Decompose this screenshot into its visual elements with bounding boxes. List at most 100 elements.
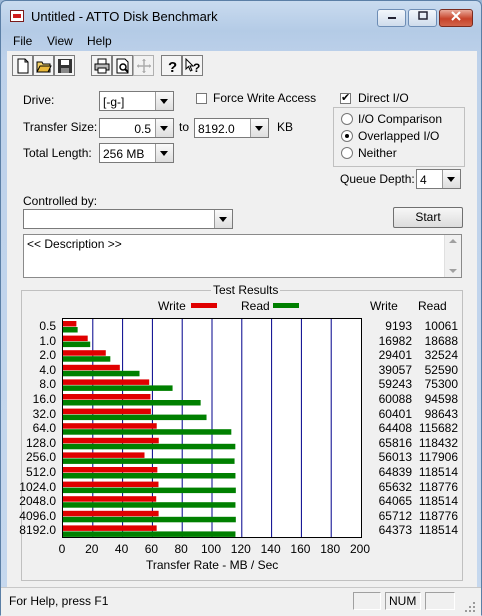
direct-io-checkbox[interactable] bbox=[340, 91, 351, 104]
status-panel-1 bbox=[353, 592, 381, 610]
description-textarea[interactable]: << Description >> bbox=[23, 234, 462, 278]
force-write-checkbox[interactable] bbox=[196, 93, 207, 104]
save-button[interactable] bbox=[54, 55, 75, 76]
description-text: << Description >> bbox=[27, 237, 122, 251]
context-help-button[interactable]: ? bbox=[182, 55, 203, 76]
new-document-icon bbox=[17, 58, 29, 74]
read-bar bbox=[63, 385, 173, 391]
category-label: 4096.0 bbox=[19, 508, 56, 523]
write-value: 39057 bbox=[378, 362, 412, 377]
write-value: 9193 bbox=[385, 319, 412, 333]
category-label: 256.0 bbox=[25, 450, 56, 465]
close-button[interactable] bbox=[439, 9, 473, 27]
read-bar bbox=[63, 327, 78, 333]
neither-radio[interactable] bbox=[341, 147, 353, 159]
chevron-down-icon[interactable] bbox=[155, 119, 173, 137]
write-bar bbox=[63, 496, 157, 502]
x-tick-label: 200 bbox=[350, 542, 371, 556]
category-label: 1.0 bbox=[39, 333, 56, 348]
write-bar bbox=[63, 408, 151, 415]
toolbar: ? ? bbox=[7, 51, 477, 80]
io-comparison-radio[interactable] bbox=[341, 113, 353, 125]
write-bar bbox=[63, 364, 120, 371]
category-label: 16.0 bbox=[32, 392, 56, 406]
chevron-down-icon[interactable] bbox=[155, 92, 173, 110]
transfer-from-select[interactable]: 0.5 bbox=[99, 118, 174, 138]
io-comparison-label: I/O Comparison bbox=[358, 112, 443, 126]
write-value: 64373 bbox=[378, 523, 412, 538]
chevron-down-icon[interactable] bbox=[250, 119, 268, 137]
resize-grip-icon[interactable] bbox=[463, 600, 477, 614]
open-button[interactable] bbox=[33, 55, 54, 76]
category-label: 2048.0 bbox=[19, 494, 56, 509]
print-preview-button[interactable] bbox=[112, 55, 133, 76]
menu-view[interactable]: View bbox=[47, 34, 73, 48]
transfer-rate-chart bbox=[62, 318, 362, 538]
overlapped-io-label: Overlapped I/O bbox=[358, 129, 440, 143]
drive-select[interactable]: [-g-] bbox=[99, 91, 174, 111]
queue-depth-value: 4 bbox=[420, 173, 427, 187]
read-value: 18688 bbox=[424, 333, 458, 348]
app-window: Untitled - ATTO Disk Benchmark File View… bbox=[0, 0, 482, 616]
category-label: 2.0 bbox=[39, 348, 56, 363]
transfer-to-select[interactable]: 8192.0 bbox=[194, 118, 269, 138]
menu-help[interactable]: Help bbox=[87, 34, 112, 48]
x-tick-label: 140 bbox=[260, 542, 281, 556]
help-icon: ? bbox=[168, 59, 177, 74]
category-label: 128.0 bbox=[25, 435, 56, 450]
num-lock-indicator: NUM bbox=[385, 592, 421, 610]
scroll-arrows-icon bbox=[449, 239, 457, 273]
chevron-down-icon[interactable] bbox=[155, 144, 173, 162]
new-button[interactable] bbox=[12, 55, 33, 76]
help-button[interactable]: ? bbox=[161, 55, 182, 76]
write-bar bbox=[63, 452, 145, 458]
category-label: 1024.0 bbox=[19, 479, 56, 494]
x-axis-label: Transfer Rate - MB / Sec bbox=[146, 558, 279, 572]
category-label: 64.0 bbox=[32, 421, 56, 436]
category-label: 32.0 bbox=[32, 406, 56, 421]
io-mode-group: I/O Comparison Overlapped I/O Neither bbox=[333, 107, 465, 167]
title-bar[interactable]: Untitled - ATTO Disk Benchmark bbox=[1, 1, 481, 31]
read-bar bbox=[63, 487, 236, 494]
x-tick-label: 80 bbox=[174, 542, 188, 556]
move-button[interactable] bbox=[133, 55, 154, 76]
write-value: 60401 bbox=[378, 406, 412, 421]
read-value: 118432 bbox=[418, 435, 458, 450]
read-bar bbox=[63, 531, 236, 537]
move-icon bbox=[137, 59, 151, 73]
drive-label: Drive: bbox=[23, 93, 55, 107]
read-bar bbox=[63, 429, 232, 435]
read-value: 32524 bbox=[424, 348, 458, 363]
write-value: 56013 bbox=[378, 450, 412, 465]
chevron-down-icon[interactable] bbox=[214, 210, 232, 228]
transfer-size-label: Transfer Size: bbox=[23, 120, 98, 134]
read-value: 118776 bbox=[418, 508, 458, 523]
total-length-select[interactable]: 256 MB bbox=[99, 143, 174, 163]
read-bar bbox=[63, 502, 236, 508]
overlapped-io-radio[interactable] bbox=[341, 130, 353, 142]
transfer-to-label: to bbox=[179, 120, 190, 134]
write-bar bbox=[63, 335, 88, 342]
read-bar bbox=[63, 458, 235, 464]
description-scrollbar[interactable] bbox=[444, 235, 461, 277]
write-bar bbox=[63, 481, 159, 488]
write-column-header: Write bbox=[370, 299, 398, 313]
start-button[interactable]: Start bbox=[393, 207, 463, 228]
read-value: 94598 bbox=[424, 392, 458, 406]
maximize-button[interactable] bbox=[408, 9, 437, 27]
write-value: 64839 bbox=[378, 465, 412, 479]
write-value: 65712 bbox=[378, 508, 412, 523]
menu-file[interactable]: File bbox=[13, 34, 32, 48]
queue-depth-label: Queue Depth: bbox=[340, 172, 415, 186]
controlled-by-select[interactable] bbox=[23, 209, 233, 229]
minimize-button[interactable] bbox=[377, 9, 406, 27]
legend-write-swatch bbox=[191, 303, 217, 308]
x-tick-label: 0 bbox=[58, 542, 66, 556]
write-value: 64065 bbox=[378, 494, 412, 509]
queue-depth-select[interactable]: 4 bbox=[416, 169, 461, 189]
chevron-down-icon[interactable] bbox=[442, 170, 460, 188]
transfer-from-value: 0.5 bbox=[134, 122, 151, 136]
legend-read-swatch bbox=[273, 303, 299, 308]
write-value: 29401 bbox=[378, 348, 412, 363]
print-button[interactable] bbox=[91, 55, 112, 76]
